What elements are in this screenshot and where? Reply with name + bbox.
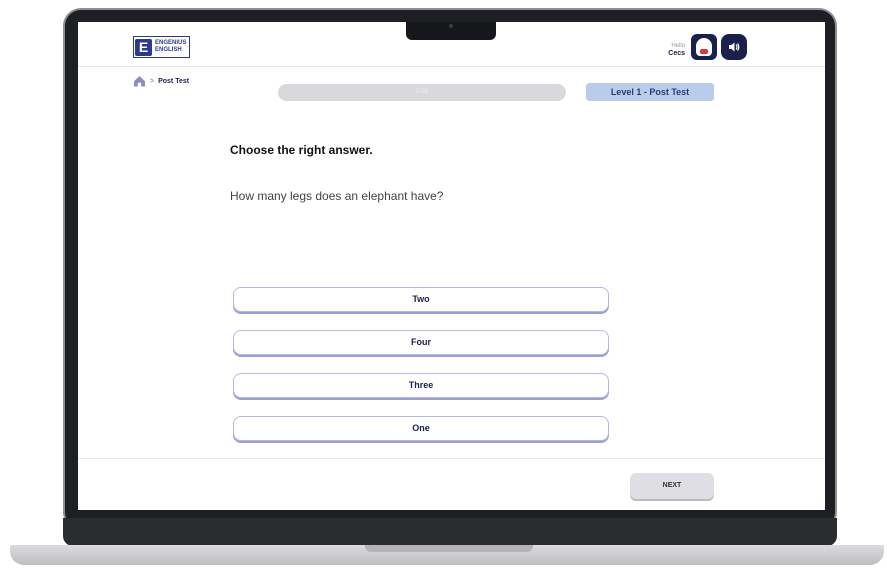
logo-letter: E: [135, 38, 152, 56]
user-greeting-block: Hello Cecs: [668, 43, 685, 57]
answer-option[interactable]: Two: [233, 287, 609, 312]
camera-icon: [449, 24, 453, 28]
logo-line-2: ENGLISH: [155, 47, 182, 53]
speaker-icon: [729, 42, 740, 52]
home-icon[interactable]: [133, 75, 146, 87]
breadcrumb-current[interactable]: Post Test: [158, 78, 189, 85]
level-badge: Level 1 - Post Test: [586, 83, 714, 101]
chevron-right-icon: >: [150, 77, 155, 85]
progress-label: 0/20: [416, 89, 428, 95]
next-button[interactable]: NEXT: [630, 473, 714, 499]
user-greeting: Hello: [671, 43, 685, 49]
answer-option[interactable]: One: [233, 416, 609, 441]
logo-wordmark: ENGENIUS ENGLISH: [155, 40, 186, 54]
laptop-base-groove: [365, 545, 533, 552]
avatar-face-icon: [696, 38, 712, 56]
logo-line-1: ENGENIUS: [155, 40, 187, 46]
answer-option[interactable]: Four: [233, 330, 609, 355]
avatar[interactable]: [691, 34, 717, 60]
user-name: Cecs: [668, 50, 685, 57]
breadcrumb: > Post Test: [133, 75, 189, 87]
question-text: How many legs does an elephant have?: [230, 189, 444, 203]
answer-option[interactable]: Three: [233, 373, 609, 398]
laptop-chin: [63, 518, 837, 546]
question-instruction: Choose the right answer.: [230, 143, 373, 157]
app-screen: E ENGENIUS ENGLISH Hello Cecs > Post Tes…: [78, 22, 825, 510]
progress-bar: 0/20: [278, 84, 566, 101]
engenius-logo[interactable]: E ENGENIUS ENGLISH: [133, 36, 191, 58]
sound-button[interactable]: [721, 34, 747, 60]
